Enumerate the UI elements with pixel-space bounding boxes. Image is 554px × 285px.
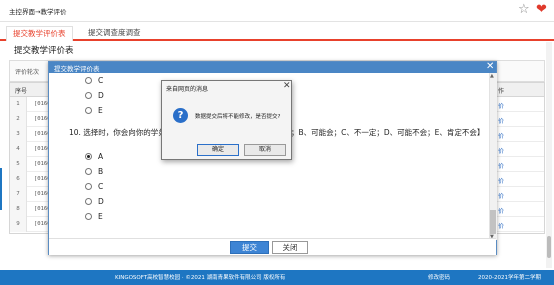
radio-option-d[interactable]: D xyxy=(85,197,104,207)
cancel-button[interactable]: 取消 xyxy=(244,144,286,156)
radio-icon[interactable] xyxy=(85,77,92,84)
row-number: 7 xyxy=(10,187,27,202)
option-label: B xyxy=(98,167,104,176)
tab-submit-evaluation[interactable]: 提交教学评价表 xyxy=(6,26,73,41)
radio-option-e[interactable]: E xyxy=(85,212,103,222)
radio-icon[interactable] xyxy=(85,107,92,114)
evaluate-link[interactable]: 价 xyxy=(498,221,504,230)
tab-submit-survey[interactable]: 提交调查度调查 xyxy=(82,26,147,41)
evaluate-link[interactable]: 价 xyxy=(498,176,504,185)
radio-checked-icon[interactable] xyxy=(85,153,92,160)
option-label: D xyxy=(98,197,104,206)
evaluate-link[interactable]: 价 xyxy=(498,206,504,215)
option-label: A xyxy=(98,152,104,161)
footer: KINGOSOFT高校智慧校园 · ©2021 湖南青果软件有限公司 版权所有 … xyxy=(0,270,554,285)
option-label: E xyxy=(98,106,103,115)
evaluate-link[interactable]: 价 xyxy=(498,131,504,140)
evaluate-link[interactable]: 价 xyxy=(498,146,504,155)
page-scrollbar[interactable] xyxy=(546,42,552,268)
question-icon: ? xyxy=(173,108,188,123)
section-title: 提交教学评价表 xyxy=(14,46,74,56)
tab-bar: 提交教学评价表 提交调查度调查 xyxy=(0,22,554,41)
dialog-scrollbar-thumb[interactable] xyxy=(490,210,496,234)
row-number: 3 xyxy=(10,127,27,142)
radio-option-prev[interactable]: E xyxy=(85,106,103,116)
close-button[interactable]: 关闭 xyxy=(272,241,308,254)
top-bar: 主控界面→教学评价 ☆ ❤ xyxy=(0,0,554,22)
star-icon[interactable]: ☆ xyxy=(518,2,530,17)
row-number: 6 xyxy=(10,172,27,187)
alert-title: 来自网页的消息 xyxy=(166,86,209,93)
radio-icon[interactable] xyxy=(85,168,92,175)
evaluate-link[interactable]: 价 xyxy=(498,161,504,170)
radio-option-b[interactable]: B xyxy=(85,167,103,177)
row-number: 4 xyxy=(10,142,27,157)
radio-icon[interactable] xyxy=(85,213,92,220)
dialog-titlebar: 提交教学评价表 ✕ xyxy=(49,61,496,73)
radio-icon[interactable] xyxy=(85,183,92,190)
evaluate-link[interactable]: 价 xyxy=(498,191,504,200)
option-label: E xyxy=(98,212,103,221)
copyright-text: KINGOSOFT高校智慧校园 · ©2021 湖南青果软件有限公司 版权所有 xyxy=(115,275,286,281)
heart-icon[interactable]: ❤ xyxy=(536,2,547,17)
radio-icon[interactable] xyxy=(85,92,92,99)
radio-option-prev[interactable]: C xyxy=(85,76,103,86)
alert-message: 数据提交后将不能修改，是否提交? xyxy=(195,114,281,120)
ok-button[interactable]: 确定 xyxy=(197,144,239,156)
row-number: 1 xyxy=(10,97,27,112)
filter-label: 评价轮次 xyxy=(15,69,40,76)
confirm-alert: 来自网页的消息 ✕ ? 数据提交后将不能修改，是否提交? 确定 取消 xyxy=(161,80,292,160)
option-label: D xyxy=(98,91,104,100)
row-number: 8 xyxy=(10,202,27,217)
radio-icon[interactable] xyxy=(85,198,92,205)
row-number: 9 xyxy=(10,217,27,232)
option-label: C xyxy=(98,182,104,191)
close-icon[interactable]: ✕ xyxy=(486,61,494,73)
radio-option-a[interactable]: A xyxy=(85,152,103,162)
side-handle[interactable] xyxy=(0,168,2,210)
row-number: 2 xyxy=(10,112,27,127)
term-label: 2020-2021学年第二学期 xyxy=(478,275,541,281)
breadcrumb: 主控界面→教学评价 xyxy=(9,8,67,16)
radio-option-c[interactable]: C xyxy=(85,182,103,192)
submit-button[interactable]: 提交 xyxy=(230,241,269,254)
radio-option-prev[interactable]: D xyxy=(85,91,104,101)
evaluate-link[interactable]: 价 xyxy=(498,116,504,125)
page-scrollbar-thumb[interactable] xyxy=(547,236,551,258)
column-header-op: 作 xyxy=(498,88,505,95)
dialog-title: 提交教学评价表 xyxy=(54,65,100,73)
dialog-actions: 提交 关闭 xyxy=(49,238,496,255)
change-password-link[interactable]: 修改密码 xyxy=(428,273,450,281)
scroll-up-icon[interactable]: ▲ xyxy=(490,73,494,79)
option-label: C xyxy=(98,76,104,85)
evaluate-link[interactable]: 价 xyxy=(498,101,504,110)
close-icon[interactable]: ✕ xyxy=(283,81,291,92)
row-number: 5 xyxy=(10,157,27,172)
column-header-no: 序号 xyxy=(15,88,28,95)
